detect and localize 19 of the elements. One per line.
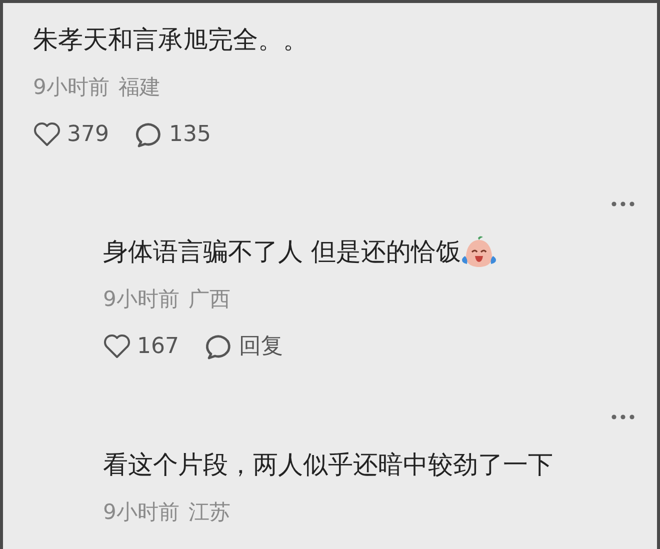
timestamp: 9小时前: [33, 74, 110, 101]
location: 福建: [118, 74, 160, 101]
location: 广西: [188, 286, 230, 313]
heart-icon[interactable]: [103, 333, 131, 359]
timestamp: 9小时前: [103, 499, 180, 526]
like-count[interactable]: 379: [67, 122, 109, 146]
comment-text: 身体语言骗不了人 但是还的恰饭: [103, 236, 461, 268]
reply-count[interactable]: 135: [169, 122, 211, 146]
comment-icon[interactable]: [135, 120, 163, 148]
comment-text: 朱孝天和言承旭完全。。: [33, 24, 308, 56]
comment-text: 看这个片段，两人似乎还暗中较劲了一下: [103, 449, 553, 481]
timestamp: 9小时前: [103, 286, 180, 313]
comment-icon[interactable]: [205, 332, 233, 360]
like-count[interactable]: 167: [137, 334, 179, 358]
more-icon[interactable]: [611, 414, 635, 420]
heart-icon[interactable]: [33, 121, 61, 147]
location: 江苏: [188, 499, 230, 526]
reply-count[interactable]: 回复: [239, 331, 283, 361]
more-icon[interactable]: [611, 201, 635, 207]
